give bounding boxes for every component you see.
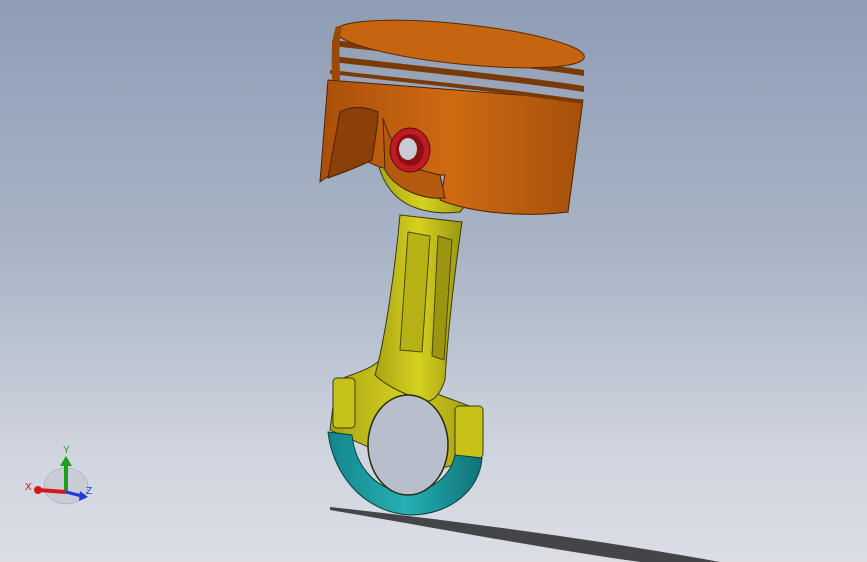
x-axis-arrow: [34, 486, 42, 494]
y-axis-arrow: [60, 456, 72, 466]
piston-crown: [335, 19, 585, 69]
rod-bolt-boss-right: [454, 405, 484, 459]
3d-viewport[interactable]: Y X Z: [0, 0, 867, 562]
piston[interactable]: [319, 11, 586, 215]
ground-shadow: [330, 507, 720, 562]
triad-x-label: X: [25, 482, 32, 493]
piston-pin[interactable]: [389, 127, 431, 173]
triad-y-label: Y: [63, 445, 70, 456]
triad-z-label: Z: [86, 486, 92, 497]
view-orientation-triad[interactable]: Y X Z: [22, 440, 102, 510]
big-end-bore: [367, 394, 449, 496]
rod-bolt-boss-left: [332, 377, 356, 429]
model-scene[interactable]: [0, 0, 867, 562]
